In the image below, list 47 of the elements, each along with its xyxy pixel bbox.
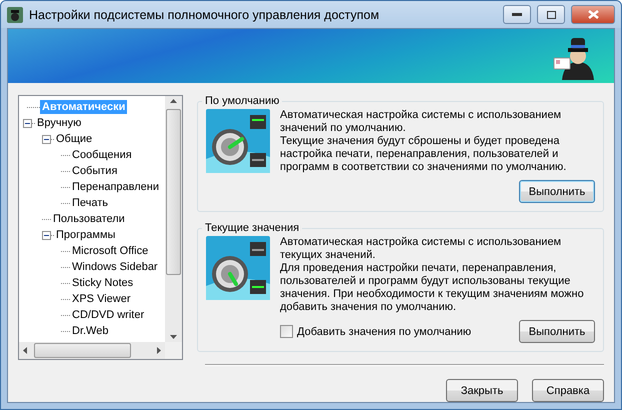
tree-item[interactable]: Общие <box>54 132 94 146</box>
scroll-right-icon[interactable] <box>157 347 161 354</box>
minimize-icon <box>512 12 522 16</box>
description-text: Для проведения настройки печати, перенаправления, пользователей и программ будут использованы текущие значения. При необходимости к текущим значениям можно добавить значения по умолчанию. <box>280 262 585 314</box>
tree-item[interactable]: Сообщения <box>70 148 134 162</box>
tree-item[interactable]: Microsoft Office <box>70 244 150 258</box>
description-text: Автоматическая настройка системы с использованием текущих значений. <box>280 236 562 262</box>
close-dialog-button[interactable]: Закрыть <box>446 379 518 402</box>
vertical-scrollbar[interactable] <box>165 96 182 342</box>
tree-item[interactable]: Печать <box>70 196 110 210</box>
collapse-icon[interactable] <box>23 118 32 128</box>
close-icon <box>588 10 598 19</box>
tree-item[interactable]: Dr.Web <box>70 324 110 338</box>
tree-item[interactable]: События <box>70 164 120 178</box>
scroll-left-icon[interactable] <box>23 347 27 354</box>
tree-item[interactable]: Пользователи <box>51 212 127 226</box>
tree-item[interactable]: Sticky Notes <box>70 276 136 290</box>
minimize-button[interactable] <box>503 5 531 24</box>
description-text: Текущие значения будут сброшены и будет проведена настройка печати, перенаправления, пользователей и программ в соответствии со значениями по умолчанию. <box>280 135 568 174</box>
description-text: Автоматическая настройка системы с использованием значений по умолчанию. <box>280 109 562 135</box>
checkbox-label: Добавить значения по умолчанию <box>297 326 472 338</box>
close-button[interactable] <box>571 5 615 24</box>
scrollbar-corner <box>165 342 182 359</box>
tree-item[interactable]: XPS Viewer <box>70 292 132 306</box>
dial-icon <box>206 236 270 300</box>
window-title: Настройки подсистемы полномочного управления доступом <box>29 8 380 22</box>
dial-icon <box>206 109 270 173</box>
help-button[interactable]: Справка <box>532 379 604 402</box>
maximize-icon <box>546 10 556 18</box>
tree-item[interactable]: Перенаправлени <box>70 180 161 194</box>
run-button[interactable]: Выполнить <box>519 320 595 343</box>
group-title: По умолчанию <box>204 95 280 107</box>
scroll-down-icon[interactable] <box>170 335 177 339</box>
scroll-up-icon[interactable] <box>170 99 177 103</box>
tree-item[interactable]: Windows Sidebar <box>70 260 160 274</box>
run-button[interactable]: Выполнить <box>519 180 595 203</box>
collapse-icon[interactable] <box>42 230 51 240</box>
checkbox[interactable] <box>280 325 293 338</box>
horizontal-scrollbar[interactable] <box>19 342 165 359</box>
group-title: Текущие значения <box>204 222 300 234</box>
collapse-icon[interactable] <box>42 134 51 144</box>
tree-item[interactable]: CD/DVD writer <box>70 308 146 322</box>
tree-item[interactable]: Программы <box>54 228 118 242</box>
maximize-button[interactable] <box>537 5 565 24</box>
tree-item[interactable]: Вручную <box>35 116 84 130</box>
app-icon <box>7 6 23 22</box>
default-values-checkbox[interactable]: Добавить значения по умолчанию <box>280 325 472 338</box>
